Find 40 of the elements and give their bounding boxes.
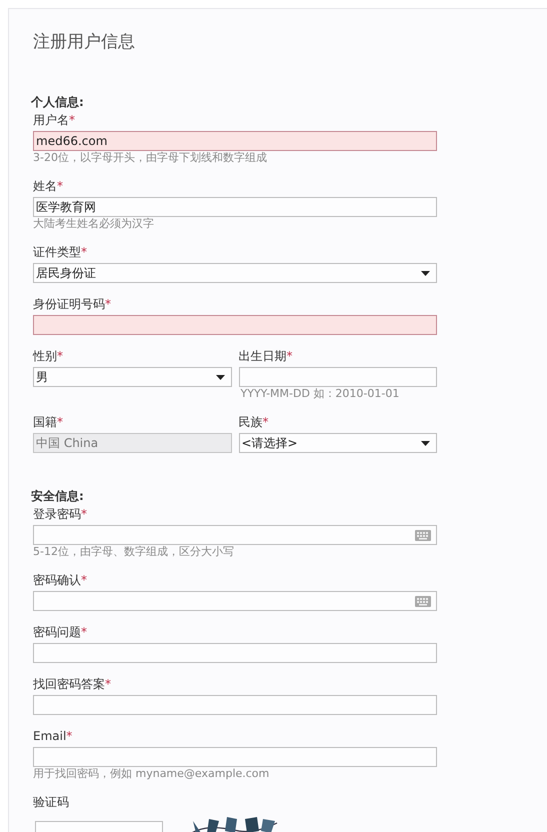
field-label: 验证码 bbox=[33, 794, 69, 810]
field-label: 用户名* bbox=[33, 112, 75, 128]
password-field[interactable] bbox=[33, 525, 437, 545]
field-label: 证件类型* bbox=[33, 244, 87, 260]
field-label: 登录密码* bbox=[33, 506, 87, 522]
field-label: 身份证明号码* bbox=[33, 296, 111, 312]
input-field[interactable]: med66.com bbox=[33, 131, 437, 151]
caret-icon bbox=[421, 440, 430, 446]
hint-text: 用于找回密码，例如 myname@example.com bbox=[33, 767, 270, 781]
dropdown[interactable]: 男 bbox=[33, 367, 232, 387]
keyboard-icon[interactable] bbox=[415, 530, 431, 540]
hint-text: 大陆考生姓名必须为汉字 bbox=[33, 217, 154, 231]
section-heading: 个人信息: bbox=[31, 94, 84, 110]
input-field[interactable]: 医学教育网 bbox=[33, 197, 437, 217]
field-label: 性别* bbox=[33, 348, 63, 364]
input-field[interactable] bbox=[33, 695, 437, 715]
field-label: 找回密码答案* bbox=[33, 676, 111, 692]
input-field[interactable] bbox=[33, 747, 437, 767]
input-field[interactable]: 中国 China bbox=[33, 433, 232, 453]
keyboard-icon[interactable] bbox=[415, 596, 431, 606]
field-label: Email* bbox=[33, 728, 72, 744]
hint-text: 3-20位，以字母开头，由字母下划线和数字组成 bbox=[33, 151, 267, 165]
input-field[interactable] bbox=[33, 643, 437, 663]
field-label: 姓名* bbox=[33, 178, 63, 194]
dropdown[interactable]: 居民身份证 bbox=[33, 263, 437, 283]
field-label: 出生日期* bbox=[238, 348, 292, 364]
caret-icon bbox=[216, 374, 224, 380]
field-label: 密码确认* bbox=[33, 572, 87, 588]
page-title: 注册用户信息 bbox=[33, 31, 135, 53]
caret-icon bbox=[421, 270, 430, 276]
field-label: 民族* bbox=[238, 414, 268, 430]
password-field[interactable] bbox=[33, 591, 437, 611]
field-label: 密码问题* bbox=[33, 624, 87, 640]
section-heading: 安全信息: bbox=[31, 488, 84, 504]
hint-text: 5-12位，由字母、数字组成，区分大小写 bbox=[33, 545, 234, 559]
dropdown[interactable]: <请选择> bbox=[238, 433, 437, 453]
hint-text: YYYY-MM-DD 如：2010-01-01 bbox=[240, 387, 400, 401]
input-field[interactable] bbox=[33, 315, 437, 335]
input-field[interactable] bbox=[238, 367, 437, 387]
field-label: 国籍* bbox=[33, 414, 63, 430]
